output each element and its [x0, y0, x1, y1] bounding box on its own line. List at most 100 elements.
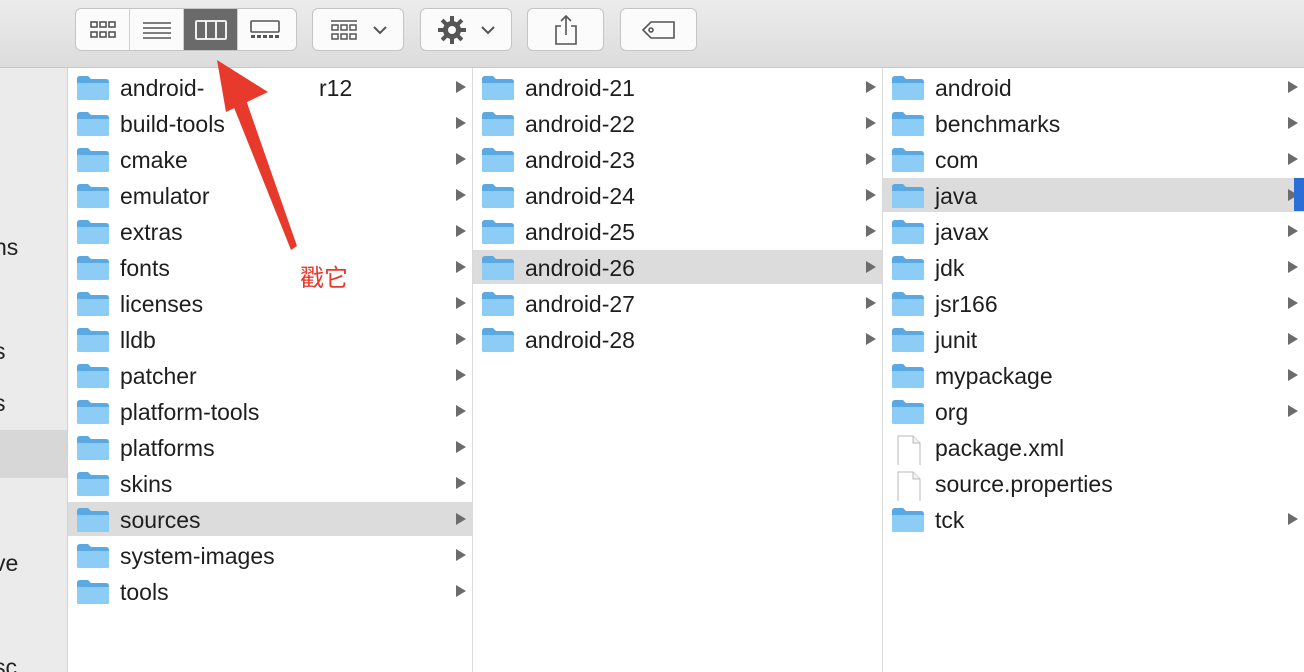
sidebar-item-label[interactable]: ve: [0, 550, 18, 577]
file-row[interactable]: source.properties: [883, 466, 1304, 501]
disclosure-arrow-icon: [456, 189, 466, 201]
item-name: com: [935, 147, 979, 173]
folder-row[interactable]: benchmarks: [883, 106, 1304, 140]
item-name: android-26: [525, 255, 635, 281]
folder-row[interactable]: org: [883, 394, 1304, 428]
icon-view-icon: [89, 20, 116, 38]
column-view-button[interactable]: [184, 9, 238, 50]
disclosure-arrow-icon: [456, 549, 466, 561]
folder-row[interactable]: java: [883, 178, 1304, 212]
folder-row[interactable]: extras: [68, 214, 472, 248]
action-menu-button[interactable]: [420, 8, 512, 51]
folder-row[interactable]: android-25: [473, 214, 882, 248]
disclosure-arrow-icon: [866, 117, 876, 129]
browser-column-sources: android-21 android-22 android-23 android-24…: [473, 68, 883, 672]
disclosure-arrow-icon: [456, 117, 466, 129]
item-name: patcher: [120, 363, 197, 389]
item-name: licenses: [120, 291, 204, 317]
folder-row[interactable]: lldb: [68, 322, 472, 356]
gallery-view-button[interactable]: [238, 9, 292, 50]
folder-row[interactable]: com: [883, 142, 1304, 176]
item-name: android-28: [525, 327, 635, 353]
item-name: source.properties: [935, 471, 1113, 497]
sidebar-item-label[interactable]: sc: [0, 654, 17, 672]
item-name: package.xml: [935, 435, 1065, 461]
folder-row[interactable]: licenses: [68, 286, 472, 320]
disclosure-arrow-icon: [456, 405, 466, 417]
item-name: android-: [120, 75, 205, 101]
item-name: platforms: [120, 435, 215, 461]
icon-view-button[interactable]: [76, 9, 130, 50]
folder-row[interactable]: android-r12: [68, 70, 472, 104]
disclosure-arrow-icon: [1288, 81, 1298, 93]
disclosure-arrow-icon: [1288, 153, 1298, 165]
sidebar-item-label[interactable]: s: [0, 338, 6, 365]
folder-row[interactable]: patcher: [68, 358, 472, 392]
file-row[interactable]: package.xml: [883, 430, 1304, 465]
sidebar-item-label[interactable]: s: [0, 390, 6, 417]
folder-row[interactable]: android-28: [473, 322, 882, 356]
folder-row[interactable]: sources: [68, 502, 472, 536]
sidebar-selected-item[interactable]: [0, 430, 67, 478]
item-name: platform-tools: [120, 399, 260, 425]
folder-icon: [892, 220, 924, 244]
folder-icon: [77, 472, 109, 496]
folder-row[interactable]: fonts: [68, 250, 472, 284]
folder-icon: [892, 76, 924, 100]
item-name: javax: [935, 219, 989, 245]
folder-row[interactable]: junit: [883, 322, 1304, 356]
disclosure-arrow-icon: [456, 369, 466, 381]
disclosure-arrow-icon: [456, 477, 466, 489]
folder-row[interactable]: platform-tools: [68, 394, 472, 428]
item-name: sources: [120, 507, 201, 533]
folder-row[interactable]: tck: [883, 502, 1304, 536]
gear-icon: [438, 15, 466, 44]
item-name: tools: [120, 579, 169, 605]
folder-icon: [892, 112, 924, 136]
list-view-icon: [142, 21, 171, 39]
item-name: lldb: [120, 327, 156, 353]
folder-icon: [77, 220, 109, 244]
folder-row[interactable]: android-27: [473, 286, 882, 320]
folder-row[interactable]: cmake: [68, 142, 472, 176]
folder-row[interactable]: android-21: [473, 70, 882, 104]
folder-row[interactable]: jdk: [883, 250, 1304, 284]
folder-row[interactable]: emulator: [68, 178, 472, 212]
folder-icon: [482, 112, 514, 136]
disclosure-arrow-icon: [866, 225, 876, 237]
share-button[interactable]: [527, 8, 604, 51]
folder-row[interactable]: tools: [68, 574, 472, 608]
folder-row[interactable]: jsr166: [883, 286, 1304, 320]
item-name: android-22: [525, 111, 635, 137]
item-name: android-23: [525, 147, 635, 173]
folder-row[interactable]: android-23: [473, 142, 882, 176]
group-by-button[interactable]: [312, 8, 404, 51]
folder-icon: [77, 328, 109, 352]
folder-row[interactable]: android-22: [473, 106, 882, 140]
folder-icon: [482, 76, 514, 100]
disclosure-arrow-icon: [1288, 117, 1298, 129]
folder-row[interactable]: system-images: [68, 538, 472, 572]
item-name: tck: [935, 507, 965, 533]
folder-row[interactable]: skins: [68, 466, 472, 500]
folder-row[interactable]: platforms: [68, 430, 472, 464]
list-view-button[interactable]: [130, 9, 184, 50]
group-icon: [331, 19, 357, 40]
folder-row[interactable]: build-tools: [68, 106, 472, 140]
folder-row[interactable]: android-24: [473, 178, 882, 212]
annotation-label: 戳它: [300, 264, 348, 292]
folder-row[interactable]: android-26: [473, 250, 882, 284]
disclosure-arrow-icon: [456, 513, 466, 525]
folder-row[interactable]: javax: [883, 214, 1304, 248]
edit-tags-button[interactable]: [620, 8, 697, 51]
folder-row[interactable]: mypackage: [883, 358, 1304, 392]
sidebar-item-label[interactable]: ns: [0, 234, 18, 261]
view-mode-segmented-control: [75, 8, 297, 51]
browser-column-android-26: android benchmarks com java javax jdk jsr166 ju…: [883, 68, 1304, 672]
document-icon: [897, 435, 921, 465]
disclosure-arrow-icon: [866, 297, 876, 309]
folder-icon: [892, 400, 924, 424]
folder-row[interactable]: android: [883, 70, 1304, 104]
scroll-indicator[interactable]: [1294, 178, 1304, 211]
folder-icon: [77, 364, 109, 388]
